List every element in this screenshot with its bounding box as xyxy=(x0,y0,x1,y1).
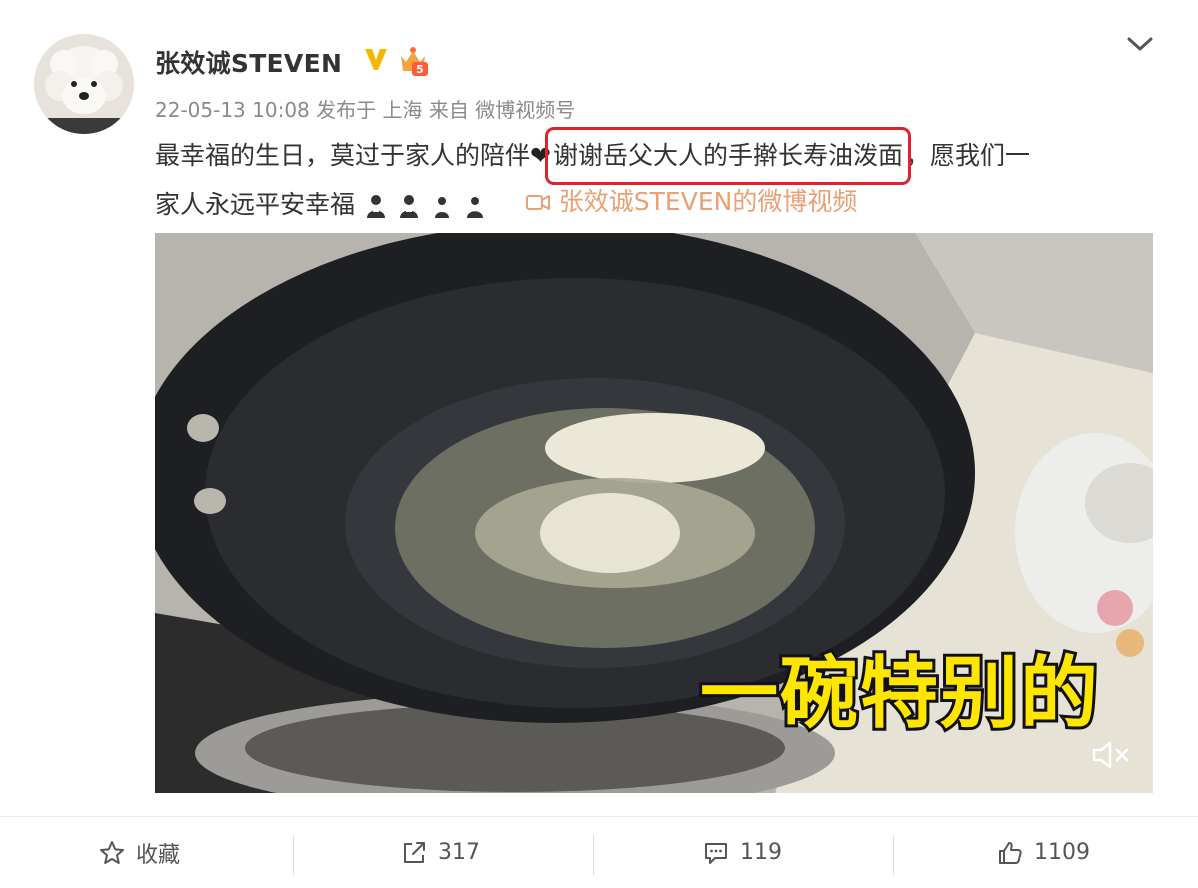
post-text-line-2: 家人永远平安幸福 张效诚STEVEN的微博视频 xyxy=(155,179,1145,234)
post-text-before: 最幸福的生日，莫过于家人的陪伴 xyxy=(155,141,531,170)
post-text: 最幸福的生日，莫过于家人的陪伴❤谢谢岳父大人的手擀长寿油泼面，愿我们一 家人永远… xyxy=(155,127,1145,234)
post-text-after: ，愿我们一 xyxy=(904,141,1030,170)
favorite-label: 收藏 xyxy=(136,842,181,868)
action-separator xyxy=(893,835,894,875)
level-badge-text: 5 xyxy=(416,63,424,76)
heart-icon: ❤ xyxy=(530,141,551,170)
favorite-button[interactable]: 收藏 xyxy=(98,817,180,888)
post-text-line-1: 最幸福的生日，莫过于家人的陪伴❤谢谢岳父大人的手擀长寿油泼面，愿我们一 xyxy=(155,127,1145,185)
comment-count: 119 xyxy=(740,840,782,865)
person-icon xyxy=(399,195,418,218)
dog-avatar-image xyxy=(34,34,134,134)
comment-button[interactable]: 119 xyxy=(702,817,782,888)
person-icon xyxy=(434,197,449,218)
share-icon xyxy=(404,841,425,863)
family-emoji-group xyxy=(365,188,489,234)
share-count: 317 xyxy=(438,840,480,865)
star-icon xyxy=(100,840,124,864)
avatar[interactable] xyxy=(34,34,134,134)
person-icon xyxy=(366,195,385,218)
post-time[interactable]: 22-05-13 10:08 xyxy=(155,98,310,122)
video-subtitle: 一碗特别的 xyxy=(697,646,1101,742)
video-link-label: 张效诚STEVEN的微博视频 xyxy=(558,187,858,216)
share-button[interactable]: 317 xyxy=(400,817,480,888)
post-source[interactable]: 来自 微博视频号 xyxy=(429,98,575,122)
video-camera-icon xyxy=(525,195,550,210)
mute-icon[interactable] xyxy=(1090,738,1134,772)
weibo-post-card: 张效诚STEVEN 5 22-05-13 10:08 发布于 上海 来自 微博视… xyxy=(0,0,1198,888)
person-icon xyxy=(466,197,483,218)
video-link[interactable]: 张效诚STEVEN的微博视频 xyxy=(525,179,858,225)
action-separator xyxy=(293,835,294,875)
verified-v-icon xyxy=(365,49,387,70)
like-button[interactable]: 1109 xyxy=(996,817,1090,888)
thumbs-up-icon xyxy=(999,841,1022,864)
like-count: 1109 xyxy=(1034,840,1090,865)
post-location: 发布于 上海 xyxy=(316,98,423,122)
video-player[interactable]: 一碗特别的 xyxy=(155,233,1153,793)
action-separator xyxy=(593,835,594,875)
post-text-line2: 家人永远平安幸福 xyxy=(155,190,356,219)
highlighted-text: 谢谢岳父大人的手擀长寿油泼面 xyxy=(544,127,911,185)
comment-icon xyxy=(705,842,727,864)
username[interactable]: 张效诚STEVEN xyxy=(155,44,342,80)
action-bar: 收藏 317 119 1109 xyxy=(0,817,1198,888)
chevron-down-icon[interactable] xyxy=(1124,30,1156,58)
post-meta: 22-05-13 10:08 发布于 上海 来自 微博视频号 xyxy=(155,94,575,123)
vip-level-icon: 5 xyxy=(401,47,428,76)
